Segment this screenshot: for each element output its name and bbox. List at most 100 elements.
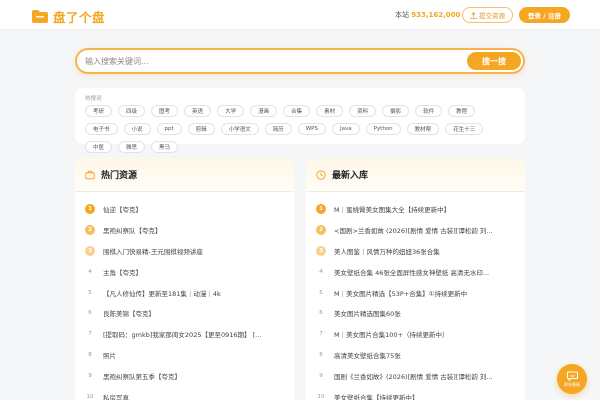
hot-search-tag[interactable]: 考研 xyxy=(85,105,113,117)
resource-title-link[interactable]: <国剧>兰香如故 (2026)[剧情 爱情 古装][谭松韵 刘... xyxy=(334,225,519,235)
hot-search-tag[interactable]: 小学语文 xyxy=(220,123,259,135)
hot-search-tags: 考研 四级 图考 英语 大学 漫画 合集 素材 资料 摄影 软件 教程电子书 小说 ppt 剪辑 小学语文 简历… xyxy=(85,105,505,153)
hot-search-tag[interactable]: 电子书 xyxy=(85,123,118,135)
site-logo[interactable]: 盘了个盘 xyxy=(32,7,105,26)
resource-title-link[interactable]: 高清美女壁纸合集75张 xyxy=(334,350,519,360)
hot-resource-list-item[interactable]: 10 私房写真 xyxy=(75,386,294,400)
resource-title-link[interactable]: 黑袍纠察队【夸克】 xyxy=(103,225,288,235)
rank-badge: 7 xyxy=(319,331,323,338)
new-resource-list-item[interactable]: 1 M｜蜜桃臀美女图集大全【持续更新中】 xyxy=(306,199,525,220)
rank-badge: 8 xyxy=(319,351,323,358)
hot-resource-list-item[interactable]: 1 仙逆【夸克】 xyxy=(75,199,294,220)
login-register-button[interactable]: 登录 / 注册 xyxy=(519,7,570,23)
hot-resources-list: 1 仙逆【夸克】 2 黑袍纠察队【夸克】 3 围棋入门快易精-王元围棋视频讲座 4 主角【夸克… xyxy=(75,192,294,400)
stat-number: 933,162,000 xyxy=(411,11,461,19)
new-resource-list-item[interactable]: 4 美女壁纸合集 46张全面屏性感女神壁纸 高清无水印... xyxy=(306,261,525,282)
new-resource-list-item[interactable]: 9 国剧《兰香如故》(2026)[剧情 爱情 古装][谭松韵 刘... xyxy=(306,365,525,386)
rank-badge: 10 xyxy=(86,393,94,400)
hot-search-tag[interactable]: 雅思 xyxy=(118,141,146,153)
new-resource-list-item[interactable]: 3 美人图鉴｜风情万种的妞妞36张合集 xyxy=(306,241,525,262)
customer-service-button[interactable]: 联系客服 xyxy=(557,364,587,394)
resource-title-link[interactable]: 黑袍纠察队第五季【夸克】 xyxy=(103,371,288,381)
hot-search-tag[interactable]: 大学 xyxy=(217,105,245,117)
rank-badge: 1 xyxy=(316,204,326,215)
search-input[interactable] xyxy=(85,54,455,68)
hot-resource-list-item[interactable]: 2 黑袍纠察队【夸克】 xyxy=(75,220,294,241)
hot-resource-list-item[interactable]: 3 围棋入门快易精-王元围棋视频讲座 xyxy=(75,241,294,262)
resource-title-link[interactable]: 美女壁纸合集【持续更新中】 xyxy=(334,392,519,400)
new-resource-list-item[interactable]: 5 M｜美女图片精选【53P+合集】①持续更新中 xyxy=(306,282,525,303)
new-resource-list-item[interactable]: 6 美女图片精选图集60张 xyxy=(306,303,525,324)
hot-search-tag[interactable]: 教材帮 xyxy=(406,123,440,135)
hot-search-tag[interactable]: 资料 xyxy=(349,105,377,117)
submit-resource-button[interactable]: 提交资源 xyxy=(462,7,513,23)
hot-search-tag[interactable]: 英语 xyxy=(184,105,212,117)
hot-resource-list-item[interactable]: 4 主角【夸克】 xyxy=(75,261,294,282)
hot-resource-list-item[interactable]: 8 照片 xyxy=(75,345,294,366)
stat-prefix: 本站 xyxy=(395,11,409,19)
resource-title-link[interactable]: M｜美女图片精选【53P+合集】①持续更新中 xyxy=(334,288,519,298)
hot-search-tag[interactable]: 花生十三 xyxy=(445,123,484,135)
hot-search-tag[interactable]: ppt xyxy=(156,123,182,135)
hot-search-tag[interactable]: 软件 xyxy=(415,105,443,117)
resource-title-link[interactable]: 美人图鉴｜风情万种的妞妞36张合集 xyxy=(334,246,519,256)
hot-search-tag[interactable]: Java xyxy=(331,123,360,135)
new-resource-list-item[interactable]: 7 M｜美女图片合集100+（持续更新中） xyxy=(306,324,525,345)
rank-badge: 1 xyxy=(85,204,95,215)
hot-search-tag[interactable]: 教程 xyxy=(448,105,476,117)
resource-title-link[interactable]: 围棋入门快易精-王元围棋视频讲座 xyxy=(103,246,288,256)
hot-search-tag[interactable]: 素材 xyxy=(316,105,344,117)
rank-badge: 3 xyxy=(316,245,326,256)
new-resource-list-item[interactable]: 10 美女壁纸合集【持续更新中】 xyxy=(306,386,525,400)
rank-badge: 2 xyxy=(85,225,95,236)
hot-search-tag[interactable]: 剪辑 xyxy=(187,123,215,135)
resource-title-link[interactable]: 私房写真 xyxy=(103,392,288,400)
rank-badge: 9 xyxy=(88,372,92,379)
search-bar: 搜一搜 xyxy=(75,48,525,74)
hot-search-tag[interactable]: 合集 xyxy=(283,105,311,117)
hot-resource-list-item[interactable]: 6 良陈美锦【夸克】 xyxy=(75,303,294,324)
chat-icon xyxy=(566,371,578,381)
hot-search-panel: 热搜词 考研 四级 图考 英语 大学 漫画 合集 素材 资料 摄影 软件 教程 电子书 小说 ppt 剪辑 小学… xyxy=(75,88,525,153)
rank-badge: 5 xyxy=(88,289,92,296)
hot-search-tag[interactable]: 漫画 xyxy=(250,105,278,117)
rank-badge: 4 xyxy=(319,268,323,275)
rank-badge: 7 xyxy=(88,331,92,338)
resource-title-link[interactable]: M｜美女图片合集100+（持续更新中） xyxy=(334,329,519,339)
hot-resource-list-item[interactable]: 7 [提取码：gmkb]我家那闺女2025【更至0916期】 [... xyxy=(75,324,294,345)
new-resources-panel: 最新入库 1 M｜蜜桃臀美女图集大全【持续更新中】 2 <国剧>兰香如故 (2026)… xyxy=(306,158,525,400)
hot-search-tag[interactable]: 小说 xyxy=(123,123,151,135)
resource-title-link[interactable]: 美女壁纸合集 46张全面屏性感女神壁纸 高清无水印... xyxy=(334,267,519,277)
resource-title-link[interactable]: 【凡人修仙传】更新至181集｜动漫｜4k xyxy=(103,288,288,298)
rank-badge: 9 xyxy=(319,372,323,379)
hot-search-tag[interactable]: 简历 xyxy=(264,123,292,135)
hot-search-tag[interactable]: 摄影 xyxy=(382,105,410,117)
hot-search-tag[interactable]: WPS xyxy=(297,123,326,135)
hot-resources-panel: 热门资源 1 仙逆【夸克】 2 黑袍纠察队【夸克】 3 围棋入门快易精-王元围棋视频讲座 4… xyxy=(75,158,294,400)
resource-title-link[interactable]: [提取码：gmkb]我家那闺女2025【更至0916期】 [... xyxy=(103,329,288,339)
new-resource-list-item[interactable]: 2 <国剧>兰香如故 (2026)[剧情 爱情 古装][谭松韵 刘... xyxy=(306,220,525,241)
resource-title-link[interactable]: 美女图片精选图集60张 xyxy=(334,308,519,318)
hot-search-tag[interactable]: 图考 xyxy=(151,105,179,117)
resource-title-link[interactable]: 主角【夸克】 xyxy=(103,267,288,277)
hot-search-tag[interactable]: 四级 xyxy=(118,105,146,117)
resource-title-link[interactable]: 良陈美锦【夸克】 xyxy=(103,308,288,318)
briefcase-icon xyxy=(85,170,95,179)
clock-icon xyxy=(316,169,326,180)
site-name: 盘了个盘 xyxy=(53,10,106,25)
rank-badge: 10 xyxy=(317,393,325,400)
hot-search-tag[interactable]: 中医 xyxy=(85,141,113,153)
resource-title-link[interactable]: 照片 xyxy=(103,350,288,360)
resource-title-link[interactable]: 仙逆【夸克】 xyxy=(103,204,288,214)
hot-resource-list-item[interactable]: 5 【凡人修仙传】更新至181集｜动漫｜4k xyxy=(75,282,294,303)
search-button[interactable]: 搜一搜 xyxy=(467,52,521,70)
new-resource-list-item[interactable]: 8 高清美女壁纸合集75张 xyxy=(306,345,525,366)
rank-badge: 8 xyxy=(88,351,92,358)
hot-resources-header: 热门资源 xyxy=(75,158,294,192)
hot-search-tag[interactable]: 黑马 xyxy=(151,141,179,153)
new-resources-list: 1 M｜蜜桃臀美女图集大全【持续更新中】 2 <国剧>兰香如故 (2026)[剧情 爱… xyxy=(306,192,525,400)
resource-title-link[interactable]: M｜蜜桃臀美女图集大全【持续更新中】 xyxy=(334,204,519,214)
hot-resource-list-item[interactable]: 9 黑袍纠察队第五季【夸克】 xyxy=(75,365,294,386)
hot-search-tag[interactable]: Python xyxy=(365,123,401,135)
resource-title-link[interactable]: 国剧《兰香如故》(2026)[剧情 爱情 古装][谭松韵 刘... xyxy=(334,371,519,381)
